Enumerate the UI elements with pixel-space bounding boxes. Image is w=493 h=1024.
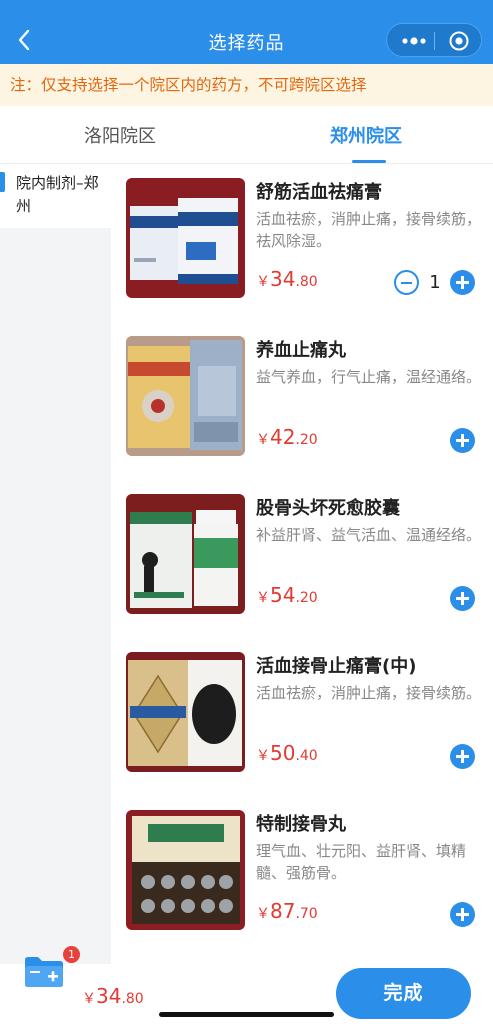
quantity-value: 1 [429, 272, 441, 293]
more-dots-icon[interactable] [399, 32, 433, 50]
product-name: 特制接骨丸 [256, 814, 346, 835]
add-to-cart-button[interactable] [450, 586, 475, 611]
product-name: 养血止痛丸 [256, 340, 346, 361]
product-image [126, 652, 245, 772]
product-price: ￥54.20 [256, 583, 318, 607]
product-image [126, 810, 245, 930]
category-sidebar: 院内制剂–郑州 [0, 164, 111, 964]
product-price: ￥42.20 [256, 425, 318, 449]
add-to-cart-button[interactable] [450, 902, 475, 927]
notice-banner: 注：仅支持选择一个院区内的药方，不可跨院区选择 [0, 64, 493, 106]
product-price: ￥50.40 [256, 741, 318, 765]
sidebar-item-label: 院内制剂–郑州 [16, 174, 99, 215]
product-item: 舒筋活血祛痛膏 活血祛瘀，消肿止痛，接骨续筋，祛风除湿。 ￥34.80 1 [111, 164, 493, 320]
total-integer: 34 [96, 984, 122, 1008]
total-price: ￥34.80 [82, 984, 144, 1008]
product-price: ￥87.70 [256, 899, 318, 923]
currency-symbol: ￥ [256, 906, 270, 922]
product-list: 舒筋活血祛痛膏 活血祛瘀，消肿止痛，接骨续筋，祛风除湿。 ￥34.80 1 养血… [111, 164, 493, 964]
add-to-cart-button[interactable] [450, 744, 475, 769]
price-integer: 50 [270, 741, 296, 765]
product-image [126, 494, 245, 614]
product-name: 股骨头坏死愈胶囊 [256, 498, 400, 519]
target-circle-icon[interactable] [447, 30, 471, 52]
product-item: 养血止痛丸 益气养血，行气止痛，温经通络。 ￥42.20 [111, 322, 493, 478]
price-decimal: .20 [295, 432, 318, 448]
total-decimal: .80 [121, 991, 144, 1007]
product-desc: 活血祛瘀，消肿止痛，接骨续筋。 [256, 684, 482, 702]
sidebar-item-zhengzhou-preparation[interactable]: 院内制剂–郑州 [0, 164, 111, 228]
currency-symbol: ￥ [256, 748, 270, 764]
tab-zhengzhou[interactable]: 郑州院区 [330, 122, 402, 148]
currency-symbol: ￥ [256, 274, 270, 290]
product-image [126, 178, 245, 298]
price-decimal: .70 [295, 906, 318, 922]
price-decimal: .80 [295, 274, 318, 290]
price-decimal: .20 [295, 590, 318, 606]
decrease-quantity-button[interactable] [394, 270, 419, 295]
active-tab-indicator [352, 160, 386, 163]
product-item: 特制接骨丸 理气血、壮元阳、益肝肾、填精髓、强筋骨。 ￥87.70 [111, 796, 493, 952]
campus-tabs: 洛阳院区 郑州院区 [0, 106, 493, 164]
product-desc: 理气血、壮元阳、益肝肾、填精髓、强筋骨。 [256, 842, 467, 882]
currency-symbol: ￥ [82, 991, 96, 1007]
cart-count-badge: 1 [63, 946, 80, 963]
add-to-cart-button[interactable] [450, 428, 475, 453]
done-button[interactable]: 完成 [336, 968, 471, 1019]
price-integer: 34 [270, 267, 296, 291]
product-item: 活血接骨止痛膏(中) 活血祛瘀，消肿止痛，接骨续筋。 ￥50.40 [111, 638, 493, 794]
mini-program-capsule [386, 23, 482, 57]
currency-symbol: ￥ [256, 432, 270, 448]
product-name: 舒筋活血祛痛膏 [256, 182, 382, 203]
nav-header: 选择药品 [0, 0, 493, 64]
product-image [126, 336, 245, 456]
product-name: 活血接骨止痛膏(中) [256, 656, 417, 677]
product-desc: 补益肝肾、益气活血、温通经络。 [256, 526, 482, 544]
add-to-cart-button[interactable] [450, 270, 475, 295]
price-integer: 42 [270, 425, 296, 449]
price-integer: 87 [270, 899, 296, 923]
price-integer: 54 [270, 583, 296, 607]
product-item: 股骨头坏死愈胶囊 补益肝肾、益气活血、温通经络。 ￥54.20 [111, 480, 493, 636]
tab-luoyang[interactable]: 洛阳院区 [84, 122, 156, 148]
capsule-divider [434, 32, 435, 50]
currency-symbol: ￥ [256, 590, 270, 606]
product-price: ￥34.80 [256, 267, 318, 291]
product-desc: 益气养血，行气止痛，温经通络。 [256, 368, 482, 386]
cart-folder-icon[interactable] [22, 954, 66, 988]
price-decimal: .40 [295, 748, 318, 764]
home-indicator [159, 1012, 334, 1017]
active-indicator [0, 172, 5, 192]
product-desc: 活血祛瘀，消肿止痛，接骨续筋，祛风除湿。 [256, 210, 482, 250]
